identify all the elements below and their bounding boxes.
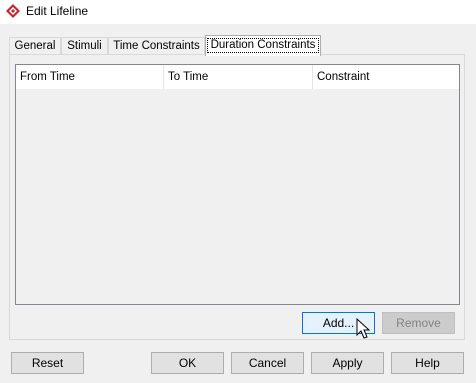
tab-stimuli[interactable]: Stimuli bbox=[61, 37, 108, 55]
reset-button[interactable]: Reset bbox=[11, 352, 84, 374]
table-header: From Time To Time Constraint bbox=[16, 65, 459, 89]
help-button[interactable]: Help bbox=[391, 352, 464, 374]
duration-constraints-panel: From Time To Time Constraint Add... Remo… bbox=[9, 54, 465, 340]
tab-stimuli-label: Stimuli bbox=[67, 40, 102, 52]
tab-time-constraints[interactable]: Time Constraints bbox=[108, 37, 205, 55]
mouse-pointer-icon bbox=[356, 318, 371, 339]
cancel-button[interactable]: Cancel bbox=[231, 352, 304, 374]
duration-constraints-table[interactable]: From Time To Time Constraint bbox=[15, 64, 460, 305]
tab-duration-constraints-label: Duration Constraints bbox=[206, 38, 320, 53]
window-title: Edit Lifeline bbox=[26, 4, 89, 18]
title-bar: Edit Lifeline bbox=[0, 0, 476, 24]
ok-button[interactable]: OK bbox=[151, 352, 224, 374]
visual-paradigm-logo-icon bbox=[6, 4, 20, 18]
column-header-to-time[interactable]: To Time bbox=[164, 65, 313, 89]
remove-button[interactable]: Remove bbox=[382, 312, 455, 334]
tab-duration-constraints[interactable]: Duration Constraints bbox=[205, 35, 321, 56]
column-header-constraint[interactable]: Constraint bbox=[313, 65, 459, 89]
apply-button[interactable]: Apply bbox=[311, 352, 384, 374]
tab-time-constraints-label: Time Constraints bbox=[113, 40, 200, 52]
tab-general[interactable]: General bbox=[9, 37, 61, 55]
tab-general-label: General bbox=[14, 40, 56, 52]
column-header-from-time[interactable]: From Time bbox=[16, 65, 164, 89]
